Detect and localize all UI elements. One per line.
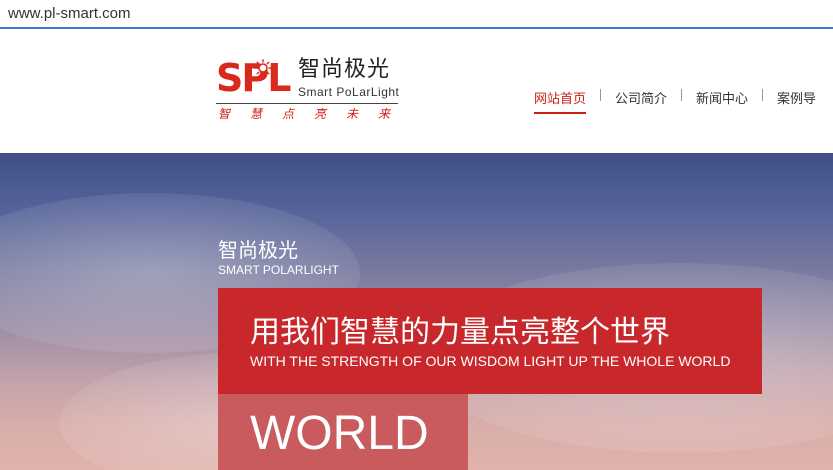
nav-item-cases[interactable]: 案例导 — [777, 93, 816, 114]
url-text[interactable]: www.pl-smart.com — [8, 5, 131, 22]
hero-title-en: WITH THE STRENGTH OF OUR WISDOM LIGHT UP… — [250, 353, 731, 369]
nav-divider — [762, 89, 764, 101]
logo-divider — [216, 103, 398, 104]
sun-icon — [254, 59, 272, 77]
nav-divider — [600, 89, 602, 101]
browser-address-bar[interactable]: www.pl-smart.com — [0, 0, 833, 29]
logo-name-cn: 智尚极光 — [298, 57, 391, 82]
hero-title-cn: 用我们智慧的力量点亮整个世界 — [250, 315, 670, 350]
hero-word: WORLD — [250, 407, 429, 460]
logo-slogan: 智慧点亮未来 — [218, 107, 411, 121]
site-header: SPL 智尚极光 Smart PoLarLight 智慧点亮未来 网站首页 公司简… — [0, 29, 833, 153]
logo-name-en: Smart PoLarLight — [298, 85, 400, 99]
nav-item-home[interactable]: 网站首页 — [534, 93, 587, 114]
site-logo[interactable]: SPL 智尚极光 Smart PoLarLight 智慧点亮未来 — [216, 57, 406, 127]
hero-banner: 智尚极光 SMART POLARLIGHT 用我们智慧的力量点亮整个世界 WIT… — [0, 153, 833, 470]
main-nav: 网站首页 公司简介 新闻中心 案例导 — [534, 88, 816, 118]
nav-divider — [681, 89, 683, 101]
logo-mark: SPL — [216, 56, 291, 100]
hero-subtitle-en: SMART POLARLIGHT — [218, 263, 339, 277]
hero-word-box: WORLD — [218, 394, 468, 470]
nav-item-news[interactable]: 新闻中心 — [696, 93, 748, 114]
nav-item-about[interactable]: 公司简介 — [615, 93, 667, 114]
hero-subtitle-cn: 智尚极光 — [218, 238, 298, 262]
hero-title-box: 用我们智慧的力量点亮整个世界 WITH THE STRENGTH OF OUR … — [218, 288, 762, 394]
